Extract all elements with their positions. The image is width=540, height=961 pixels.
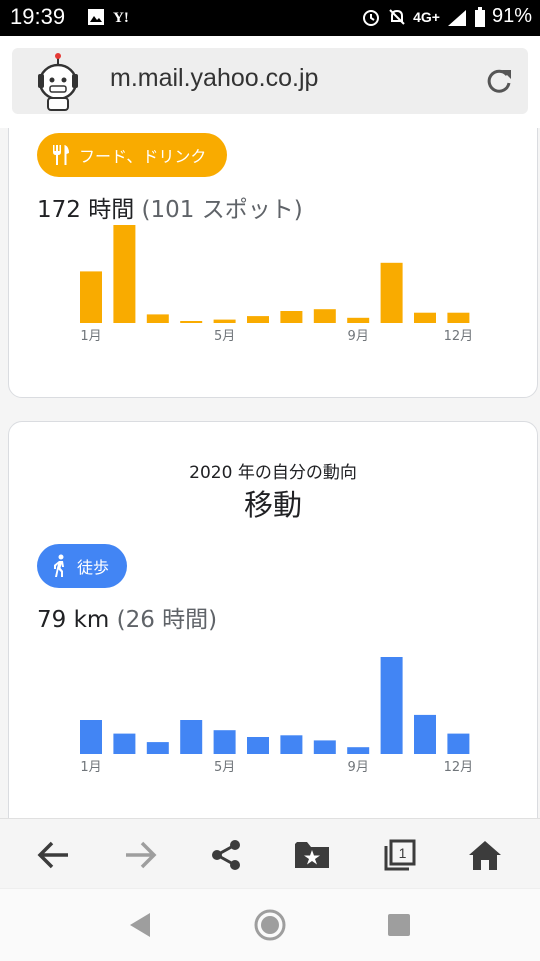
bar-12月 [447, 733, 470, 754]
food-drink-bar-chart: 1月 5月 9月 12月 [80, 225, 474, 344]
bar-6月 [247, 737, 269, 754]
share-button[interactable] [204, 833, 248, 877]
bar-4月 [180, 321, 203, 323]
svg-text:Y!: Y! [113, 10, 129, 25]
bar-10月 [380, 657, 403, 754]
bar-8月 [313, 309, 336, 323]
food-drink-hours: 172 時間 [37, 197, 135, 223]
arrow-left-icon [37, 841, 68, 869]
yahoo-notification-icon: Y! [113, 10, 129, 25]
svg-text:1: 1 [399, 845, 407, 861]
forward-button[interactable] [118, 833, 162, 877]
address-bar[interactable]: m.mail.yahoo.co.jp [12, 48, 528, 114]
bar-10月 [380, 262, 403, 323]
x-tick-label: 12月 [444, 329, 474, 344]
battery-percent: 91% [491, 5, 532, 27]
arrow-right-icon [126, 841, 157, 869]
url-text: m.mail.yahoo.co.jp [110, 64, 319, 92]
browser-toolbar: m.mail.yahoo.co.jp [0, 36, 540, 128]
bar-7月 [280, 311, 303, 323]
bar-9月 [347, 747, 370, 754]
reload-icon[interactable] [484, 66, 514, 96]
bar-5月 [213, 730, 236, 754]
food-drink-chip-label: フード、ドリンク [79, 147, 207, 166]
bar-9月 [347, 317, 370, 323]
bar-7月 [280, 735, 303, 754]
x-tick-label: 9月 [348, 760, 369, 775]
bar-3月 [146, 314, 169, 323]
alarm-icon [363, 9, 380, 26]
fork-knife-icon [53, 145, 69, 165]
food-drink-stat: 172 時間 (101 スポット) [37, 190, 303, 224]
system-back-icon[interactable] [128, 912, 152, 938]
system-home-icon[interactable] [253, 908, 287, 942]
walking-chip: 徒歩 [37, 544, 127, 588]
notifications-off-icon [389, 8, 405, 25]
home-icon [469, 841, 501, 870]
status-bar: 19:39 Y! 4G+ 91% [0, 0, 540, 36]
bar-12月 [447, 312, 470, 323]
bar-11月 [414, 312, 436, 323]
bar-1月 [80, 271, 102, 323]
walking-distance: 79 km [37, 607, 110, 633]
bar-8月 [313, 740, 336, 754]
x-tick-label: 1月 [80, 329, 101, 344]
status-time: 19:39 [10, 4, 66, 29]
bookmarks-button[interactable] [290, 833, 334, 877]
x-tick-label: 9月 [348, 329, 369, 344]
walking-icon [54, 554, 64, 577]
yahoo-mascot-icon [38, 53, 78, 111]
battery-icon [474, 6, 485, 27]
page-content[interactable]: フード、ドリンク 172 時間 (101 スポット) 1月 5月 9月 12月 202… [0, 128, 540, 818]
home-button[interactable] [463, 833, 507, 877]
food-drink-card: フード、ドリンク 172 時間 (101 スポット) 1月 5月 9月 12月 [8, 128, 538, 398]
bar-4月 [180, 720, 203, 754]
bar-2月 [113, 733, 136, 754]
system-navigation-bar [0, 888, 540, 961]
movement-card-title: 移動 [243, 488, 302, 522]
status-notification-icons: Y! [87, 8, 137, 26]
bar-6月 [247, 316, 269, 323]
bar-5月 [213, 319, 236, 323]
back-button[interactable] [32, 833, 76, 877]
x-tick-label: 12月 [444, 760, 474, 775]
bar-11月 [414, 714, 436, 754]
walking-stat: 79 km (26 時間) [37, 600, 217, 634]
movement-card: 2020 年の自分の動向 移動 徒歩 79 km (26 時間) 1月 5月 9月 1… [8, 421, 538, 818]
walking-chip-label: 徒歩 [77, 558, 110, 577]
food-drink-chip: フード、ドリンク [37, 133, 227, 177]
signal-icon [447, 9, 466, 26]
browser-bottom-toolbar: 1 [0, 818, 540, 889]
share-icon [212, 840, 240, 870]
network-type: 4G+ [413, 8, 440, 25]
x-tick-label: 5月 [214, 760, 235, 775]
x-tick-label: 5月 [214, 329, 235, 344]
walking-hours: (26 時間) [116, 607, 218, 633]
tabs-button[interactable]: 1 [378, 833, 422, 877]
bar-3月 [146, 742, 169, 754]
food-drink-spots: (101 スポット) [141, 197, 303, 223]
bookmark-folder-icon [295, 842, 329, 868]
status-right: 4G+ 91% [361, 5, 532, 28]
tabs-icon: 1 [384, 839, 416, 871]
bar-1月 [80, 720, 102, 754]
image-notification-icon [88, 9, 104, 25]
walking-bar-chart: 1月 5月 9月 12月 [80, 657, 474, 775]
bar-2月 [113, 225, 136, 323]
movement-card-kicker: 2020 年の自分の動向 [189, 463, 357, 483]
system-recents-icon[interactable] [388, 914, 410, 936]
x-tick-label: 1月 [80, 760, 101, 775]
